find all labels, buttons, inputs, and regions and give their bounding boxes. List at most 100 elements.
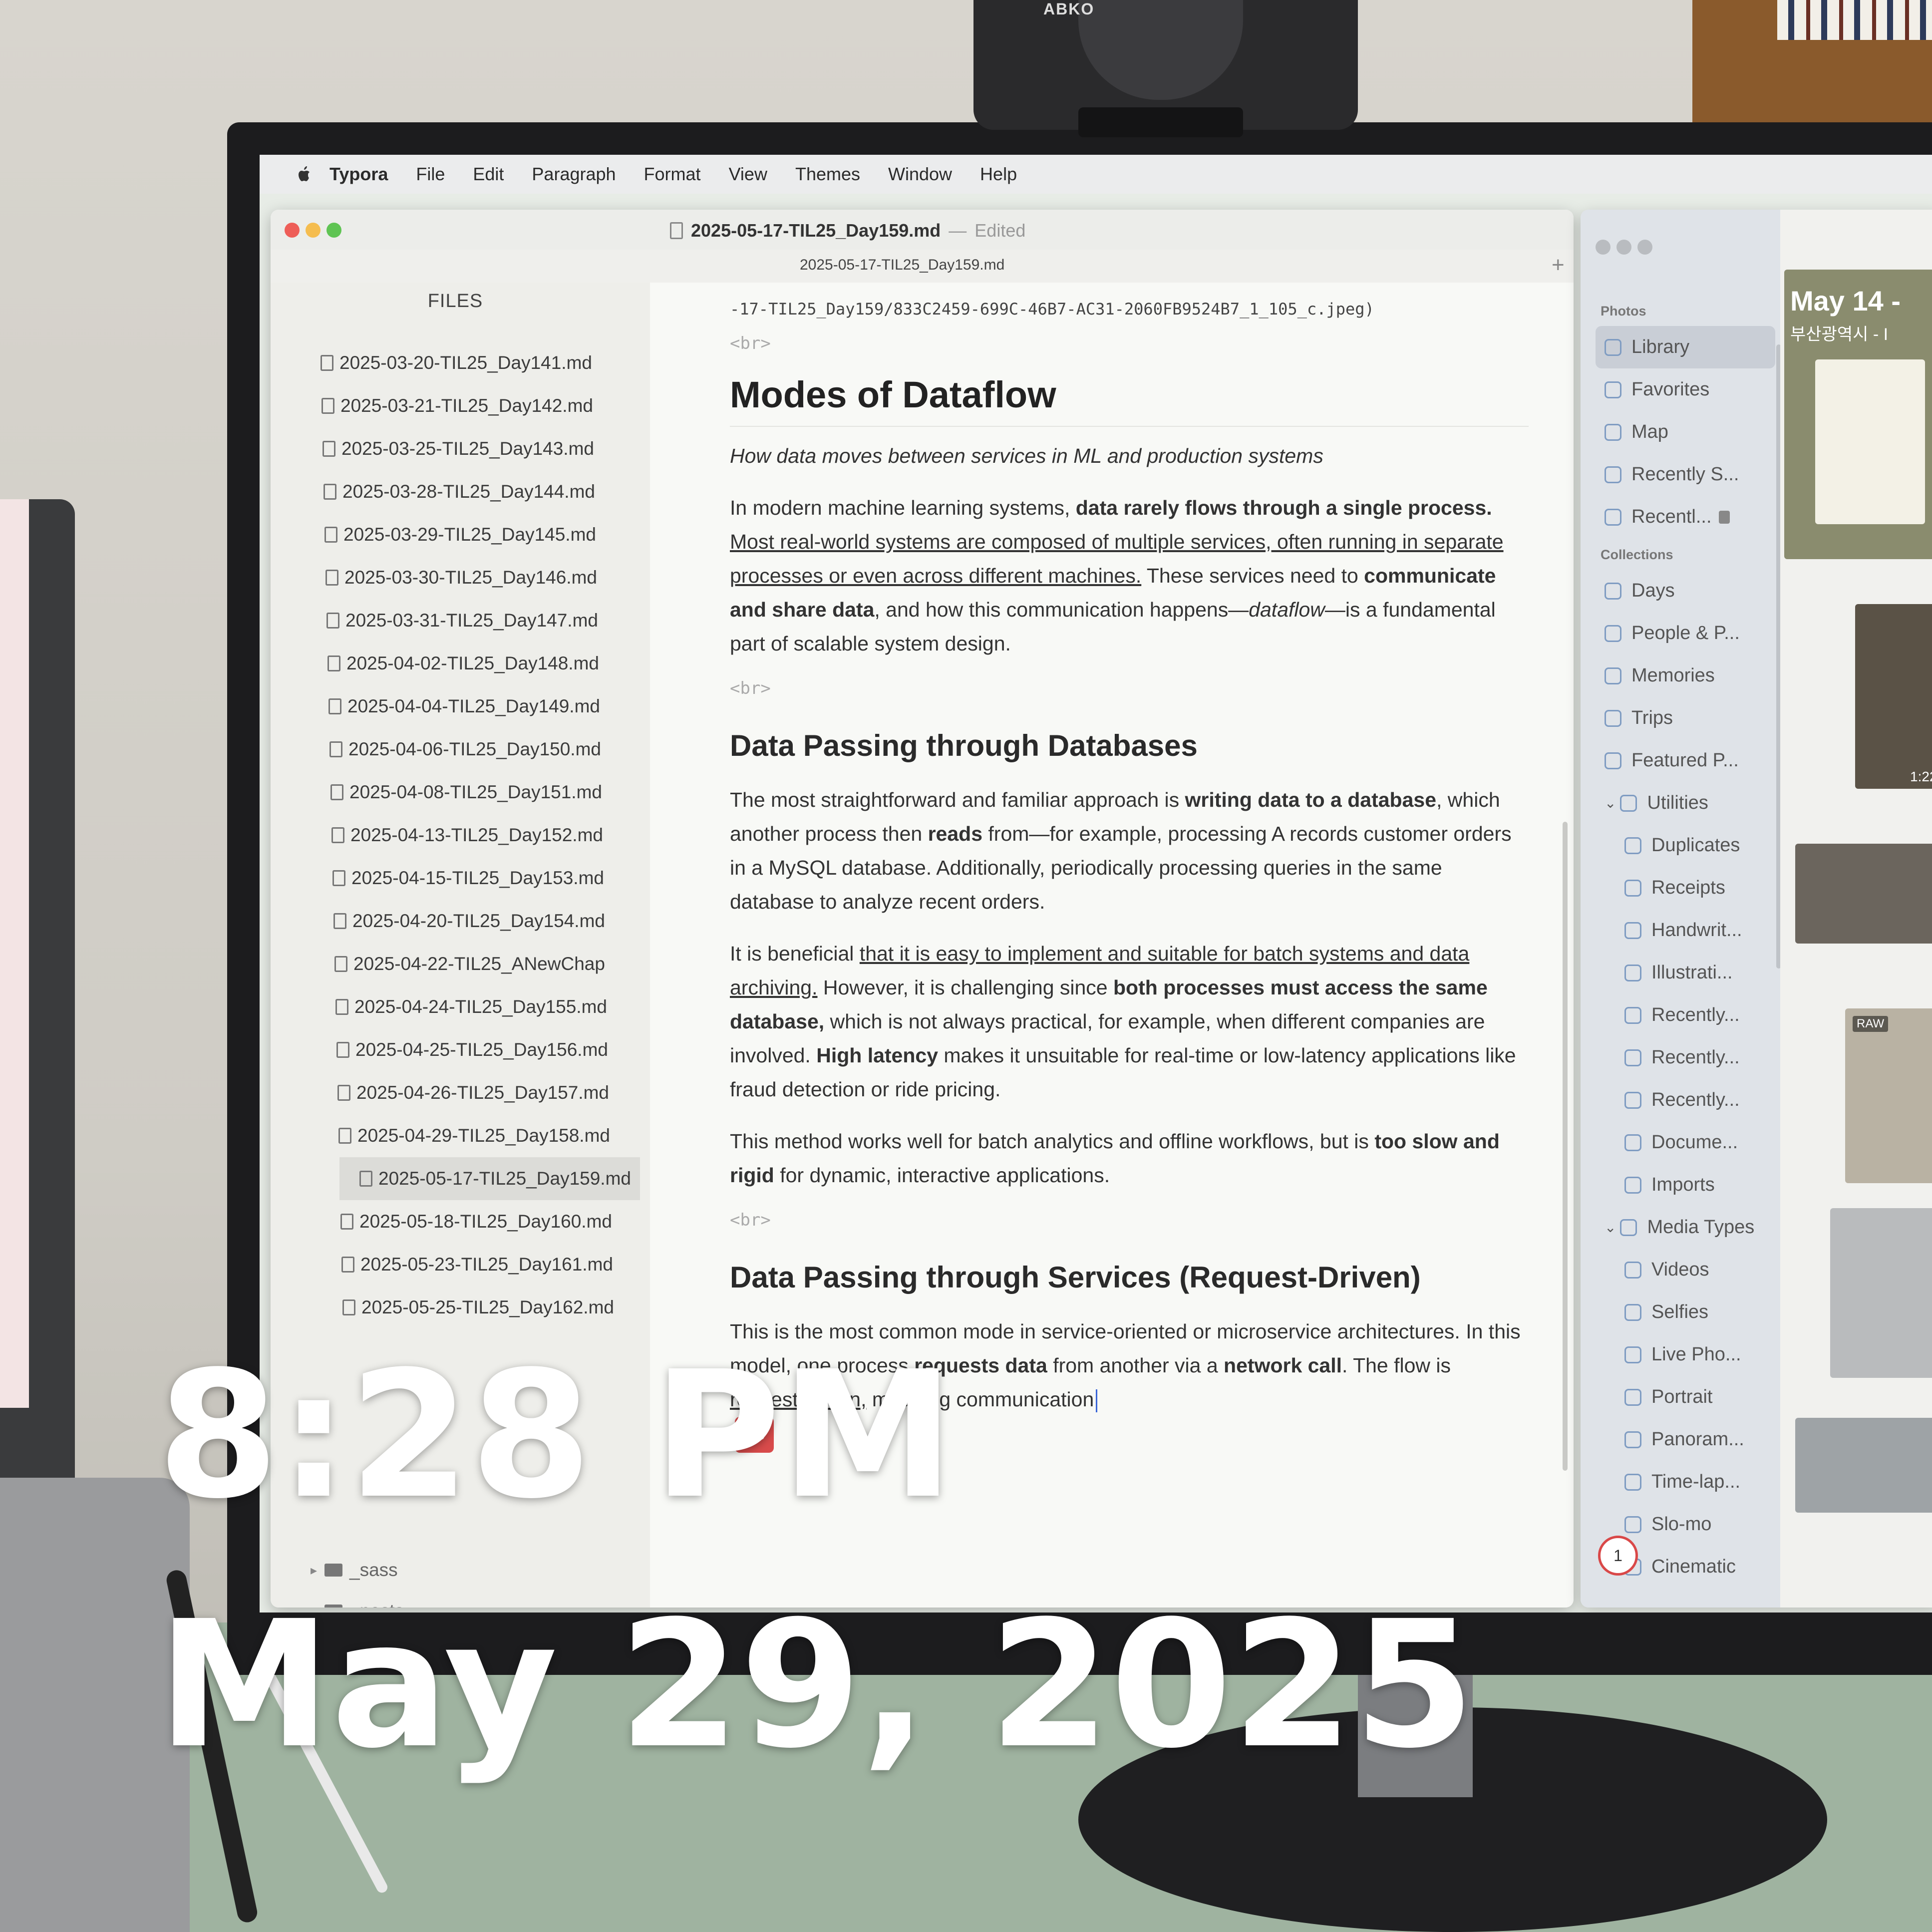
menu-file[interactable]: File: [416, 164, 445, 185]
photo-thumbnail[interactable]: [1795, 844, 1932, 944]
markdown-file-icon: [336, 1042, 349, 1058]
menu-themes[interactable]: Themes: [795, 164, 860, 185]
media-type-nav-item[interactable]: Selfies: [1596, 1291, 1775, 1333]
menu-help[interactable]: Help: [980, 164, 1017, 185]
photos-nav-item[interactable]: Map: [1596, 411, 1775, 453]
markdown-file-icon: [335, 999, 348, 1015]
sidebar-file-item[interactable]: 2025-05-25-TIL25_Day162.md: [342, 1286, 640, 1329]
photos-nav-item[interactable]: Library: [1596, 326, 1775, 368]
sidebar-file-item[interactable]: 2025-04-20-TIL25_Day154.md: [333, 900, 640, 943]
utilities-nav-item[interactable]: Illustrati...: [1596, 952, 1775, 994]
photos-nav-item[interactable]: Favorites: [1596, 368, 1775, 411]
menu-app-typora[interactable]: Typora: [329, 164, 388, 185]
sidebar-file-item[interactable]: 2025-04-15-TIL25_Day153.md: [332, 857, 640, 900]
zoom-button[interactable]: [1637, 240, 1652, 255]
utilities-nav-item[interactable]: Recently...: [1596, 1036, 1775, 1079]
tab-current-file[interactable]: 2025-05-17-TIL25_Day159.md: [800, 257, 1004, 274]
sidebar-file-item[interactable]: 2025-04-26-TIL25_Day157.md: [337, 1071, 640, 1114]
notification-badge[interactable]: 1: [1598, 1536, 1638, 1576]
br-tag[interactable]: <br>: [730, 678, 1529, 698]
grid-place-heading: 부산광역시 - I: [1790, 325, 1889, 344]
photo-thumbnail[interactable]: [1845, 1008, 1932, 1183]
markdown-file-icon: [321, 355, 333, 371]
menu-view[interactable]: View: [729, 164, 767, 185]
editor-scrollbar[interactable]: [1563, 822, 1568, 1471]
photo-thumbnail[interactable]: [1795, 1418, 1932, 1513]
sidebar-file-item[interactable]: 2025-03-25-TIL25_Day143.md: [322, 427, 640, 470]
image-path-source[interactable]: -17-TIL25_Day159/833C2459-699C-46B7-AC31…: [730, 300, 1529, 319]
sidebar-file-item[interactable]: 2025-04-24-TIL25_Day155.md: [335, 985, 640, 1028]
br-tag[interactable]: <br>: [730, 1210, 1529, 1230]
collections-nav-item[interactable]: Featured P...: [1596, 739, 1775, 782]
utilities-nav-item[interactable]: Duplicates: [1596, 824, 1775, 867]
br-tag[interactable]: <br>: [730, 333, 1529, 353]
utilities-nav-item[interactable]: Recently...: [1596, 1079, 1775, 1121]
heading-modes-of-dataflow[interactable]: Modes of Dataflow: [730, 373, 1529, 427]
sidebar-file-item[interactable]: 2025-03-21-TIL25_Day142.md: [322, 384, 640, 427]
menu-edit[interactable]: Edit: [473, 164, 504, 185]
media-types-group-icon: [1620, 1219, 1637, 1236]
sidebar-file-item[interactable]: 2025-03-28-TIL25_Day144.md: [323, 470, 640, 513]
photo-thumbnail[interactable]: [1830, 1208, 1932, 1378]
chevron-down-icon[interactable]: ⌄: [1605, 795, 1616, 811]
db-paragraph-2[interactable]: It is beneficial that it is easy to impl…: [730, 937, 1529, 1106]
sidebar-file-item[interactable]: 2025-04-06-TIL25_Day150.md: [329, 728, 640, 771]
markdown-file-icon: [326, 613, 339, 629]
markdown-file-icon: [331, 827, 344, 843]
menu-format[interactable]: Format: [644, 164, 701, 185]
utilities-nav-item[interactable]: Recently...: [1596, 994, 1775, 1036]
media-type-nav-item[interactable]: Panoram...: [1596, 1418, 1775, 1461]
sidebar-file-item[interactable]: 2025-04-25-TIL25_Day156.md: [336, 1028, 640, 1071]
utilities-nav-item[interactable]: Docume...: [1596, 1121, 1775, 1164]
close-button[interactable]: [1596, 240, 1610, 255]
media-types-group[interactable]: ⌄ Media Types: [1596, 1206, 1775, 1249]
sidebar-file-item[interactable]: 2025-03-29-TIL25_Day145.md: [324, 513, 640, 556]
heading-services[interactable]: Data Passing through Services (Request-D…: [730, 1260, 1529, 1294]
minimize-button[interactable]: [306, 223, 321, 238]
intro-paragraph[interactable]: In modern machine learning systems, data…: [730, 491, 1529, 660]
db-paragraph-3[interactable]: This method works well for batch analyti…: [730, 1124, 1529, 1192]
utilities-nav-item[interactable]: Handwrit...: [1596, 909, 1775, 952]
document-body[interactable]: -17-TIL25_Day159/833C2459-699C-46B7-AC31…: [730, 283, 1529, 1471]
zoom-button[interactable]: [326, 223, 341, 238]
collections-nav-item[interactable]: Days: [1596, 570, 1775, 612]
collections-nav-item[interactable]: People & P...: [1596, 612, 1775, 654]
chevron-right-icon[interactable]: ▸: [311, 1563, 324, 1578]
chevron-down-icon[interactable]: ⌄: [1605, 1219, 1616, 1236]
db-paragraph-1[interactable]: The most straightforward and familiar ap…: [730, 783, 1529, 919]
sidebar-file-item[interactable]: 2025-05-17-TIL25_Day159.md: [339, 1157, 640, 1200]
subtitle[interactable]: How data moves between services in ML an…: [730, 439, 1529, 473]
sidebar-file-item[interactable]: 2025-03-20-TIL25_Day141.md: [321, 341, 640, 384]
collections-nav-item[interactable]: Trips: [1596, 697, 1775, 739]
photos-nav-item[interactable]: Recently S...: [1596, 453, 1775, 496]
minimize-button[interactable]: [1616, 240, 1631, 255]
sidebar-file-item[interactable]: 2025-04-29-TIL25_Day158.md: [338, 1114, 640, 1157]
menu-window[interactable]: Window: [888, 164, 952, 185]
utilities-nav-item[interactable]: Receipts: [1596, 867, 1775, 909]
media-type-nav-item[interactable]: Live Pho...: [1596, 1333, 1775, 1376]
menu-paragraph[interactable]: Paragraph: [532, 164, 616, 185]
sidebar-file-item[interactable]: 2025-04-22-TIL25_ANewChap: [334, 943, 640, 985]
sidebar-file-item[interactable]: 2025-04-13-TIL25_Day152.md: [331, 814, 640, 857]
sidebar-file-item[interactable]: 2025-04-04-TIL25_Day149.md: [328, 685, 640, 728]
sidebar-file-item[interactable]: 2025-03-30-TIL25_Day146.md: [325, 556, 640, 599]
sidebar-file-item[interactable]: 2025-03-31-TIL25_Day147.md: [326, 599, 640, 642]
media-type-nav-item[interactable]: Videos: [1596, 1249, 1775, 1291]
photos-nav-item[interactable]: Recentl...: [1596, 496, 1775, 538]
media-type-nav-item[interactable]: Time-lap...: [1596, 1461, 1775, 1503]
apple-icon[interactable]: [295, 164, 315, 184]
heading-databases[interactable]: Data Passing through Databases: [730, 728, 1529, 763]
utilities-group[interactable]: ⌄ Utilities: [1596, 782, 1775, 824]
sidebar-file-item[interactable]: 2025-05-23-TIL25_Day161.md: [341, 1243, 640, 1286]
media-type-nav-item[interactable]: Portrait: [1596, 1376, 1775, 1418]
sidebar-file-item[interactable]: 2025-04-08-TIL25_Day151.md: [330, 771, 640, 814]
video-thumbnail[interactable]: [1855, 604, 1932, 789]
media-type-nav-item-label: Slo-mo: [1651, 1514, 1712, 1535]
collections-nav-item[interactable]: Memories: [1596, 654, 1775, 697]
sidebar-file-item[interactable]: 2025-05-18-TIL25_Day160.md: [340, 1200, 640, 1243]
sidebar-title[interactable]: FILES: [271, 291, 640, 312]
utilities-nav-item[interactable]: Imports: [1596, 1164, 1775, 1206]
sidebar-file-item[interactable]: 2025-04-02-TIL25_Day148.md: [327, 642, 640, 685]
close-button[interactable]: [285, 223, 300, 238]
new-tab-button[interactable]: +: [1552, 253, 1565, 278]
